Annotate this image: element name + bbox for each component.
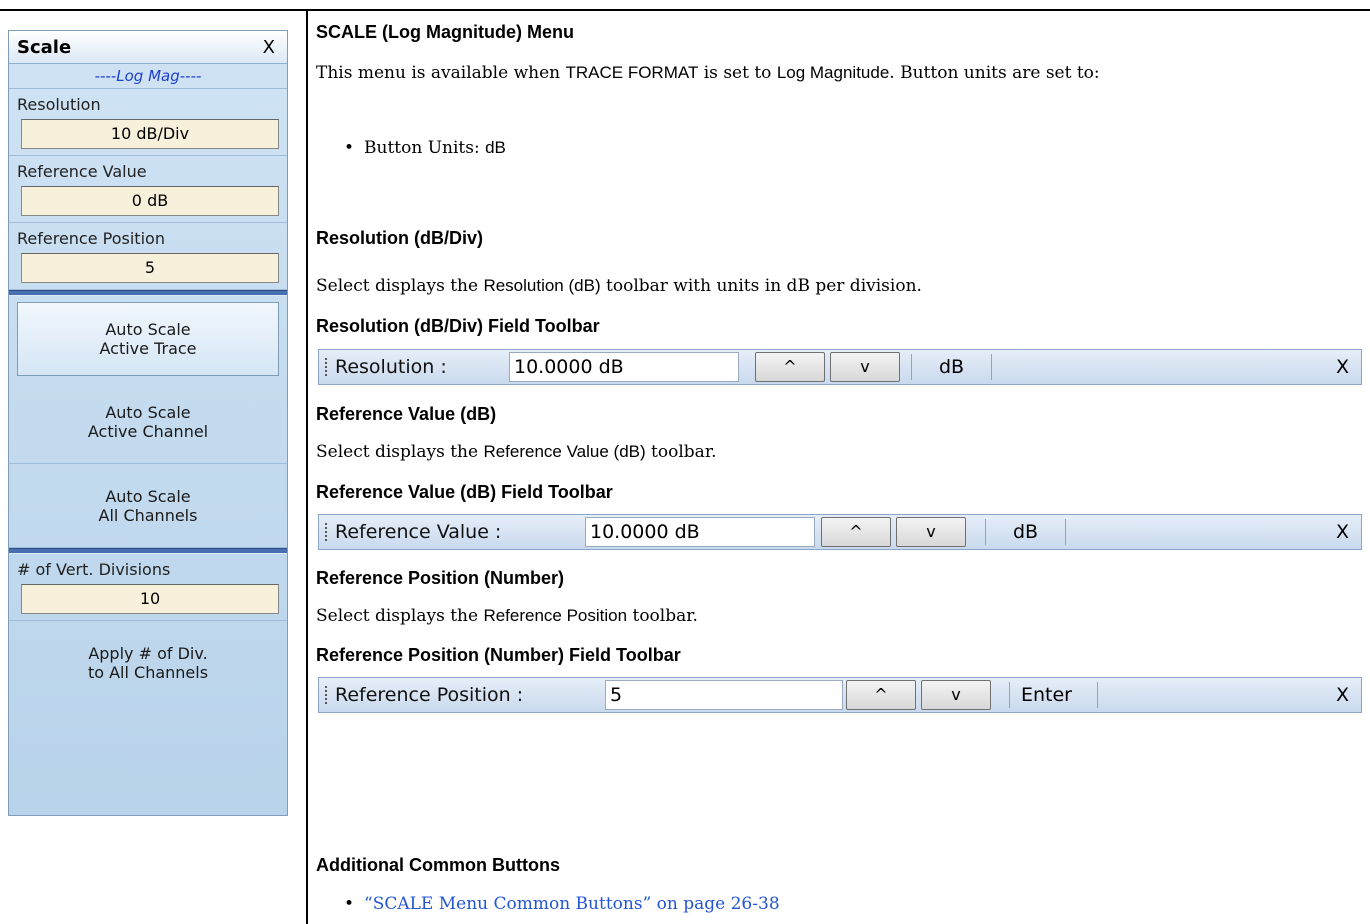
bullet-button-units: • Button Units: dB	[344, 138, 506, 158]
intro-post: . Button units are set to:	[889, 63, 1100, 83]
resolution-value-input[interactable]: 10.0000 dB	[509, 352, 739, 382]
decrement-button[interactable]: v	[896, 517, 966, 547]
intro-log-magnitude: Log Magnitude	[776, 63, 890, 82]
decrement-button[interactable]: v	[830, 352, 900, 382]
text-pre: Select displays the	[316, 442, 484, 462]
additional-heading: Additional Common Buttons	[316, 855, 560, 875]
close-icon[interactable]: X	[1336, 684, 1349, 706]
intro-mid: is set to	[698, 63, 777, 83]
resolution-field[interactable]: 10 dB/Div	[21, 119, 279, 149]
section-text-resolution: Select displays the Resolution (dB) tool…	[316, 272, 1356, 300]
vert-divisions-label: # of Vert. Divisions	[17, 560, 171, 579]
text-name: Reference Value (dB)	[483, 442, 646, 461]
auto-scale-active-trace-line1: Auto Scale	[105, 320, 191, 339]
intro-pre: This menu is available when	[316, 63, 566, 83]
auto-scale-active-channel-button[interactable]: Auto Scale Active Channel	[9, 380, 287, 464]
unit-label: dB	[1013, 521, 1039, 543]
additional-bullet: • “SCALE Menu Common Buttons” on page 26-…	[344, 894, 780, 914]
text-pre: Select displays the	[316, 606, 484, 626]
grip-handle[interactable]	[325, 523, 327, 543]
increment-button[interactable]: ^	[846, 680, 916, 710]
grip-handle[interactable]	[325, 358, 327, 378]
toolbar-label: Reference Position :	[335, 684, 524, 706]
auto-scale-active-channel-line1: Auto Scale	[105, 402, 191, 422]
auto-scale-active-channel-line2: Active Channel	[87, 421, 209, 441]
reference-position-label: Reference Position	[17, 229, 165, 248]
toolbar-label: Resolution :	[335, 356, 447, 378]
scale-menu-panel: Scale X ----Log Mag---- Resolution 10 dB…	[8, 30, 288, 816]
section-text-reference-value: Select displays the Reference Value (dB)…	[316, 438, 1356, 466]
decrement-button[interactable]: v	[921, 680, 991, 710]
reference-position-input[interactable]: 5	[605, 680, 843, 710]
menu-title-bar: Scale X	[9, 31, 287, 64]
text-post: toolbar with units in dB per division.	[600, 276, 922, 296]
increment-button[interactable]: ^	[755, 352, 825, 382]
reference-value-toolbar: Reference Value : 10.0000 dB ^ v dB X	[318, 514, 1362, 550]
toolbar-heading-resolution: Resolution (dB/Div) Field Toolbar	[316, 316, 600, 336]
reference-value-field[interactable]: 0 dB	[21, 186, 279, 216]
resolution-label: Resolution	[17, 95, 101, 114]
vert-divisions-field[interactable]: 10	[21, 584, 279, 614]
reference-value-field-group: Reference Value 0 dB	[9, 156, 287, 223]
column-divider	[306, 9, 308, 924]
reference-value-input[interactable]: 10.0000 dB	[585, 517, 815, 547]
toolbar-heading-reference-position: Reference Position (Number) Field Toolba…	[316, 645, 681, 665]
bullet-pre: Button Units:	[364, 138, 486, 158]
reference-position-field-group: Reference Position 5	[9, 223, 287, 290]
apply-divisions-line2: to All Channels	[87, 663, 209, 682]
intro-paragraph: This menu is available when TRACE FORMAT…	[316, 59, 1356, 87]
menu-title: Scale	[17, 36, 72, 58]
auto-scale-all-channels-button[interactable]: Auto Scale All Channels	[9, 464, 287, 548]
apply-divisions-button[interactable]: Apply # of Div. to All Channels	[9, 621, 287, 705]
enter-button[interactable]: Enter	[1021, 684, 1072, 706]
toolbar-divider	[985, 519, 986, 545]
section-heading-reference-value: Reference Value (dB)	[316, 404, 497, 424]
text-post: toolbar.	[627, 606, 698, 626]
toolbar-heading-reference-value: Reference Value (dB) Field Toolbar	[316, 482, 613, 502]
auto-scale-all-channels-line1: Auto Scale	[105, 486, 191, 506]
auto-scale-active-trace-line2: Active Trace	[99, 339, 197, 358]
vert-divisions-field-group: # of Vert. Divisions 10	[9, 554, 287, 621]
text-pre: Select displays the	[316, 276, 484, 296]
text-post: toolbar.	[645, 442, 717, 462]
section-text-reference-position: Select displays the Reference Position t…	[316, 602, 1356, 630]
toolbar-divider	[911, 354, 912, 380]
toolbar-divider	[991, 354, 992, 380]
toolbar-divider	[1009, 682, 1010, 708]
toolbar-label: Reference Value :	[335, 521, 502, 543]
section-heading-reference-position: Reference Position (Number)	[316, 568, 565, 588]
grip-handle[interactable]	[325, 686, 327, 706]
section-heading-resolution: Resolution (dB/Div)	[316, 228, 483, 248]
auto-scale-active-trace-button[interactable]: Auto Scale Active Trace	[17, 302, 279, 376]
unit-label: dB	[939, 356, 965, 378]
reference-value-label: Reference Value	[17, 162, 147, 181]
text-name: Reference Position	[483, 606, 628, 625]
close-icon[interactable]: X	[1336, 521, 1349, 543]
menu-subtitle: ----Log Mag----	[9, 64, 287, 89]
toolbar-divider	[1097, 682, 1098, 708]
increment-button[interactable]: ^	[821, 517, 891, 547]
page-title: SCALE (Log Magnitude) Menu	[316, 22, 574, 42]
resolution-field-group: Resolution 10 dB/Div	[9, 89, 287, 156]
top-rule	[0, 9, 1370, 11]
resolution-toolbar: Resolution : 10.0000 dB ^ v dB X	[318, 349, 1362, 385]
menu-separator	[9, 290, 287, 296]
common-buttons-link[interactable]: “SCALE Menu Common Buttons” on page 26-3…	[364, 894, 780, 914]
auto-scale-all-channels-line2: All Channels	[98, 505, 198, 525]
text-name: Resolution (dB)	[483, 276, 601, 295]
close-icon[interactable]: X	[1336, 356, 1349, 378]
reference-position-toolbar: Reference Position : 5 ^ v Enter X	[318, 677, 1362, 713]
bullet-unit: dB	[485, 138, 506, 157]
toolbar-divider	[1065, 519, 1066, 545]
intro-trace-format: TRACE FORMAT	[565, 63, 699, 82]
reference-position-field[interactable]: 5	[21, 253, 279, 283]
close-icon[interactable]: X	[263, 37, 275, 58]
apply-divisions-line1: Apply # of Div.	[88, 644, 208, 663]
